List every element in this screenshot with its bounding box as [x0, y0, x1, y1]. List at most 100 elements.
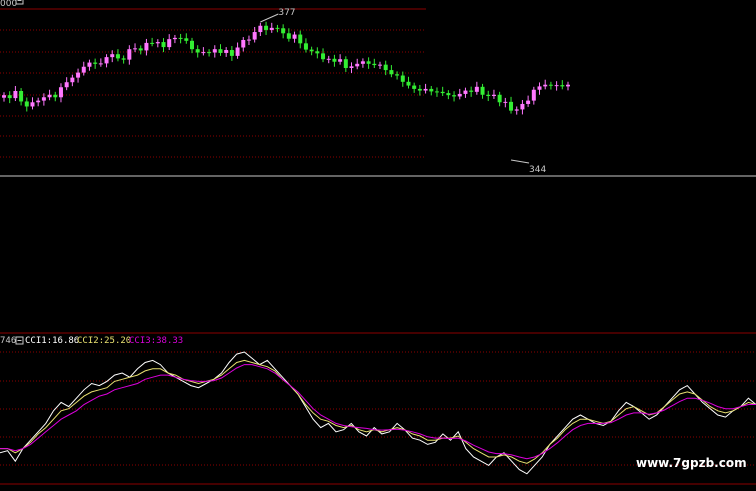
annotation-label: 344 — [529, 165, 546, 175]
candle-body — [326, 58, 331, 60]
candle-body — [2, 95, 6, 98]
candle-body — [7, 95, 12, 99]
candle-body — [355, 63, 360, 67]
candle-body — [241, 39, 246, 48]
candle-body — [138, 48, 143, 51]
candle-body — [155, 42, 160, 44]
candle-body — [275, 27, 280, 29]
candle-body — [412, 85, 417, 89]
candle-body — [93, 62, 98, 64]
candle-body — [298, 34, 303, 44]
candle-body — [321, 53, 326, 60]
candle-body — [224, 50, 229, 53]
candle-body — [252, 32, 257, 40]
candle-body — [309, 49, 314, 52]
candle-body — [121, 58, 126, 60]
candle-body — [509, 101, 514, 111]
candle-body — [172, 37, 177, 40]
candle-body — [554, 85, 559, 87]
candle-body — [184, 38, 189, 41]
watermark: www.7gpzb.com — [636, 456, 747, 470]
candle-body — [497, 94, 502, 103]
candle-body — [13, 91, 18, 99]
candle-body — [281, 28, 286, 34]
candle-body — [303, 43, 308, 50]
candle-body — [87, 62, 92, 67]
legend-cci3: CCI3:38.33 — [129, 336, 183, 346]
candle-body — [526, 100, 531, 104]
candle-body — [457, 93, 462, 97]
candle-body — [463, 90, 468, 94]
candle-body — [440, 91, 445, 94]
candle-body — [315, 51, 320, 54]
candle-body — [235, 47, 240, 56]
candle-body — [76, 72, 81, 78]
candle-body — [417, 88, 422, 91]
candle-body — [566, 84, 570, 87]
candle-body — [400, 75, 405, 82]
candle-body — [19, 91, 24, 102]
candle-body — [53, 94, 58, 98]
candle-body — [503, 101, 508, 103]
candle-body — [110, 54, 115, 58]
candle-body — [115, 54, 120, 59]
candle-body — [514, 109, 519, 111]
candle-body — [167, 39, 172, 48]
annotation-label: 377 — [278, 8, 295, 18]
candle-body — [195, 49, 200, 53]
candle-body — [480, 86, 485, 95]
candle-body — [133, 48, 138, 50]
candle-body — [81, 66, 86, 73]
candle-body — [474, 86, 479, 92]
candle-body — [207, 52, 212, 54]
candle-body — [543, 84, 548, 87]
candle-body — [190, 40, 194, 50]
candle-body — [47, 94, 52, 98]
candle-body — [269, 27, 274, 30]
candle-body — [389, 70, 394, 75]
cci-axis-label: 746 — [0, 336, 16, 346]
legend-cci2: CCI2:25.20 — [77, 336, 131, 346]
candle-body — [531, 89, 536, 101]
candle-body — [144, 42, 149, 51]
candle-body — [378, 64, 382, 66]
candle-body — [429, 88, 434, 92]
candle-body — [36, 100, 41, 103]
candle-body — [486, 94, 491, 97]
candle-body — [292, 34, 297, 39]
candle-body — [161, 42, 166, 48]
candle-body — [360, 61, 365, 64]
price-axis-top-value: 000 — [0, 0, 17, 9]
candle-body — [560, 85, 565, 87]
candle-body — [446, 93, 451, 96]
chart-canvas: 377 344 000 746 CCI1:16.86 CCI2:25.20 CCI… — [0, 0, 756, 487]
candle-body — [548, 84, 553, 86]
candle-body — [58, 87, 63, 98]
candle-body — [520, 103, 525, 110]
candle-body — [127, 49, 132, 60]
candle-body — [286, 33, 291, 39]
candle-body — [212, 49, 217, 53]
candle-body — [395, 74, 400, 76]
candle-body — [469, 90, 474, 92]
candle-body — [332, 58, 337, 62]
candle-body — [383, 64, 388, 71]
candle-body — [338, 59, 343, 62]
candle-body — [491, 94, 496, 97]
candle-body — [201, 52, 206, 54]
candle-body — [246, 39, 251, 41]
candle-body — [30, 102, 35, 107]
candle-body — [537, 86, 542, 90]
candle-body — [104, 57, 109, 64]
candle-body — [349, 66, 354, 68]
candle-body — [64, 82, 69, 88]
legend-cci1: CCI1:16.86 — [25, 336, 79, 346]
candle-body — [434, 91, 439, 93]
candle-body — [41, 97, 46, 101]
candle-body — [258, 25, 263, 33]
candle-body — [406, 81, 411, 86]
candle-body — [372, 63, 377, 66]
candle-body — [218, 49, 223, 53]
candle-body — [229, 50, 234, 56]
candle-body — [343, 59, 348, 68]
